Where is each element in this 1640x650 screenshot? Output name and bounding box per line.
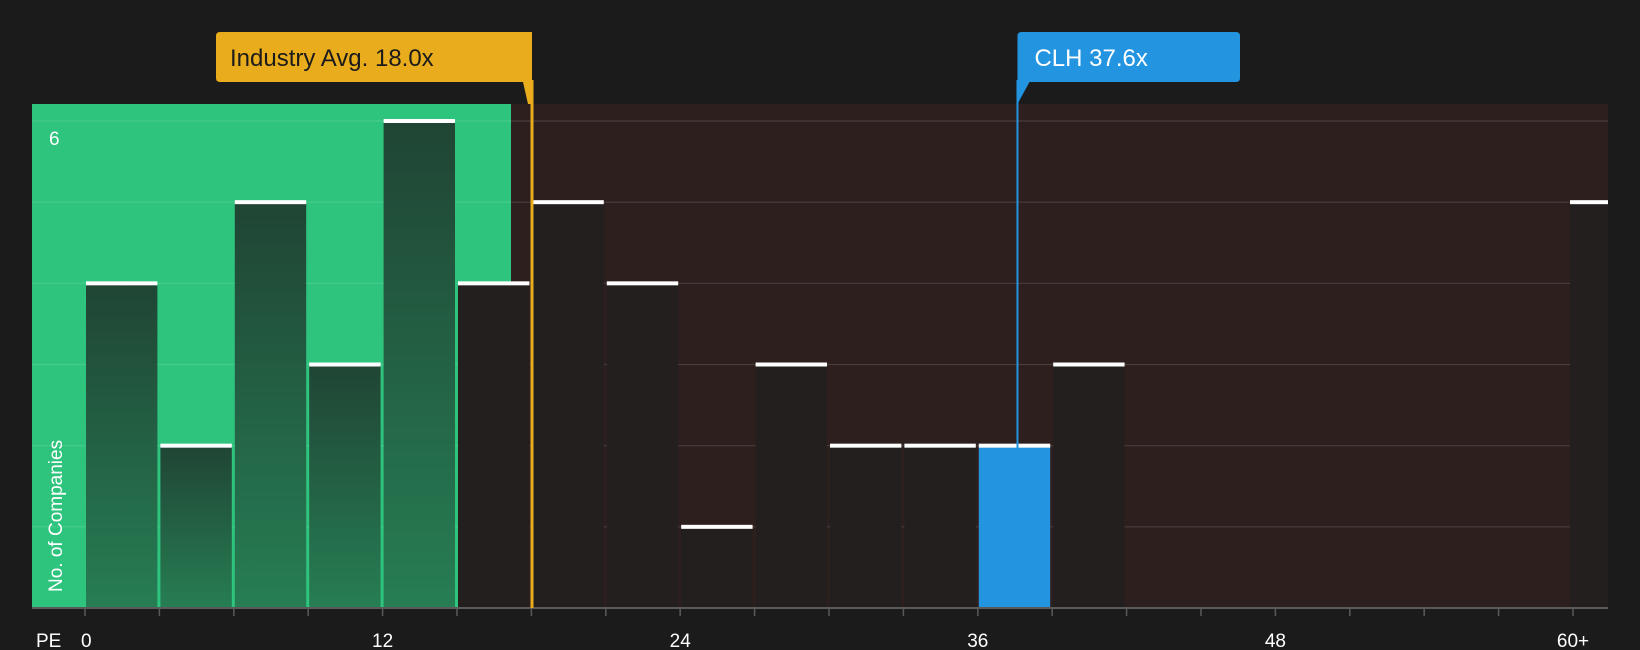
bar-cap-4 <box>383 119 455 123</box>
bar-14 <box>1570 200 1608 608</box>
bar-cap-3 <box>309 362 381 367</box>
bar-13 <box>1053 362 1125 608</box>
bar-6 <box>532 200 604 608</box>
x-tick-label-48: 48 <box>1265 631 1286 650</box>
bar-body-0 <box>86 283 158 608</box>
bar-3 <box>309 362 381 608</box>
bar-body-5 <box>458 283 530 608</box>
x-axis-title: PE <box>36 631 61 650</box>
bar-8 <box>681 524 753 608</box>
bar-2 <box>234 200 307 608</box>
bar-body-9 <box>755 364 827 608</box>
x-tick-label-12: 12 <box>372 631 393 650</box>
bar-10 <box>830 443 902 608</box>
x-tick-label-60+: 60+ <box>1557 631 1589 650</box>
y-axis-title: No. of Companies <box>46 440 67 592</box>
bar-cap-1 <box>160 443 232 448</box>
bar-1 <box>160 443 232 608</box>
bar-cap-9 <box>755 362 827 367</box>
pe-distribution-chart: PE 0 12 24 36 48 60+ 6 No. of Companies Indus… <box>0 0 1640 650</box>
x-axis-ticks <box>84 608 1574 616</box>
x-tick-label-0: 0 <box>81 631 92 650</box>
bar-body-10 <box>830 445 902 608</box>
bar-body-12 <box>978 445 1051 608</box>
bar-5 <box>458 281 530 608</box>
x-tick-label-36: 36 <box>967 631 988 650</box>
bar-cap-13 <box>1053 362 1125 367</box>
bar-11 <box>904 443 976 608</box>
bar-body-8 <box>681 526 753 608</box>
bar-body-7 <box>606 283 679 608</box>
bar-body-4 <box>383 121 455 608</box>
y-tick-label-6: 6 <box>49 129 60 150</box>
bar-body-11 <box>904 445 976 608</box>
bar-body-6 <box>532 202 604 608</box>
bar-4 <box>383 119 455 608</box>
bar-12 <box>978 443 1051 608</box>
bar-cap-2 <box>234 200 307 205</box>
bar-cap-11 <box>904 443 976 448</box>
bar-cap-12 <box>978 443 1051 448</box>
bar-body-1 <box>160 445 232 608</box>
x-tick-label-24: 24 <box>670 631 692 650</box>
bar-body-2 <box>234 202 307 608</box>
bar-body-3 <box>309 364 381 608</box>
company-pe-label: CLH 37.6x <box>1034 45 1147 72</box>
bar-cap-7 <box>606 281 679 286</box>
bar-cap-8 <box>681 524 753 529</box>
bar-9 <box>755 362 827 608</box>
bar-7 <box>606 281 679 608</box>
bar-body-13 <box>1053 364 1125 608</box>
bar-body-14 <box>1570 202 1608 608</box>
bar-cap-5 <box>458 281 530 286</box>
bar-cap-10 <box>830 443 902 448</box>
bar-cap-6 <box>532 200 604 205</box>
bar-cap-0 <box>86 281 158 286</box>
bar-cap-14 <box>1570 200 1608 205</box>
bar-0 <box>86 281 158 608</box>
industry-average-label: Industry Avg. 18.0x <box>230 45 434 72</box>
